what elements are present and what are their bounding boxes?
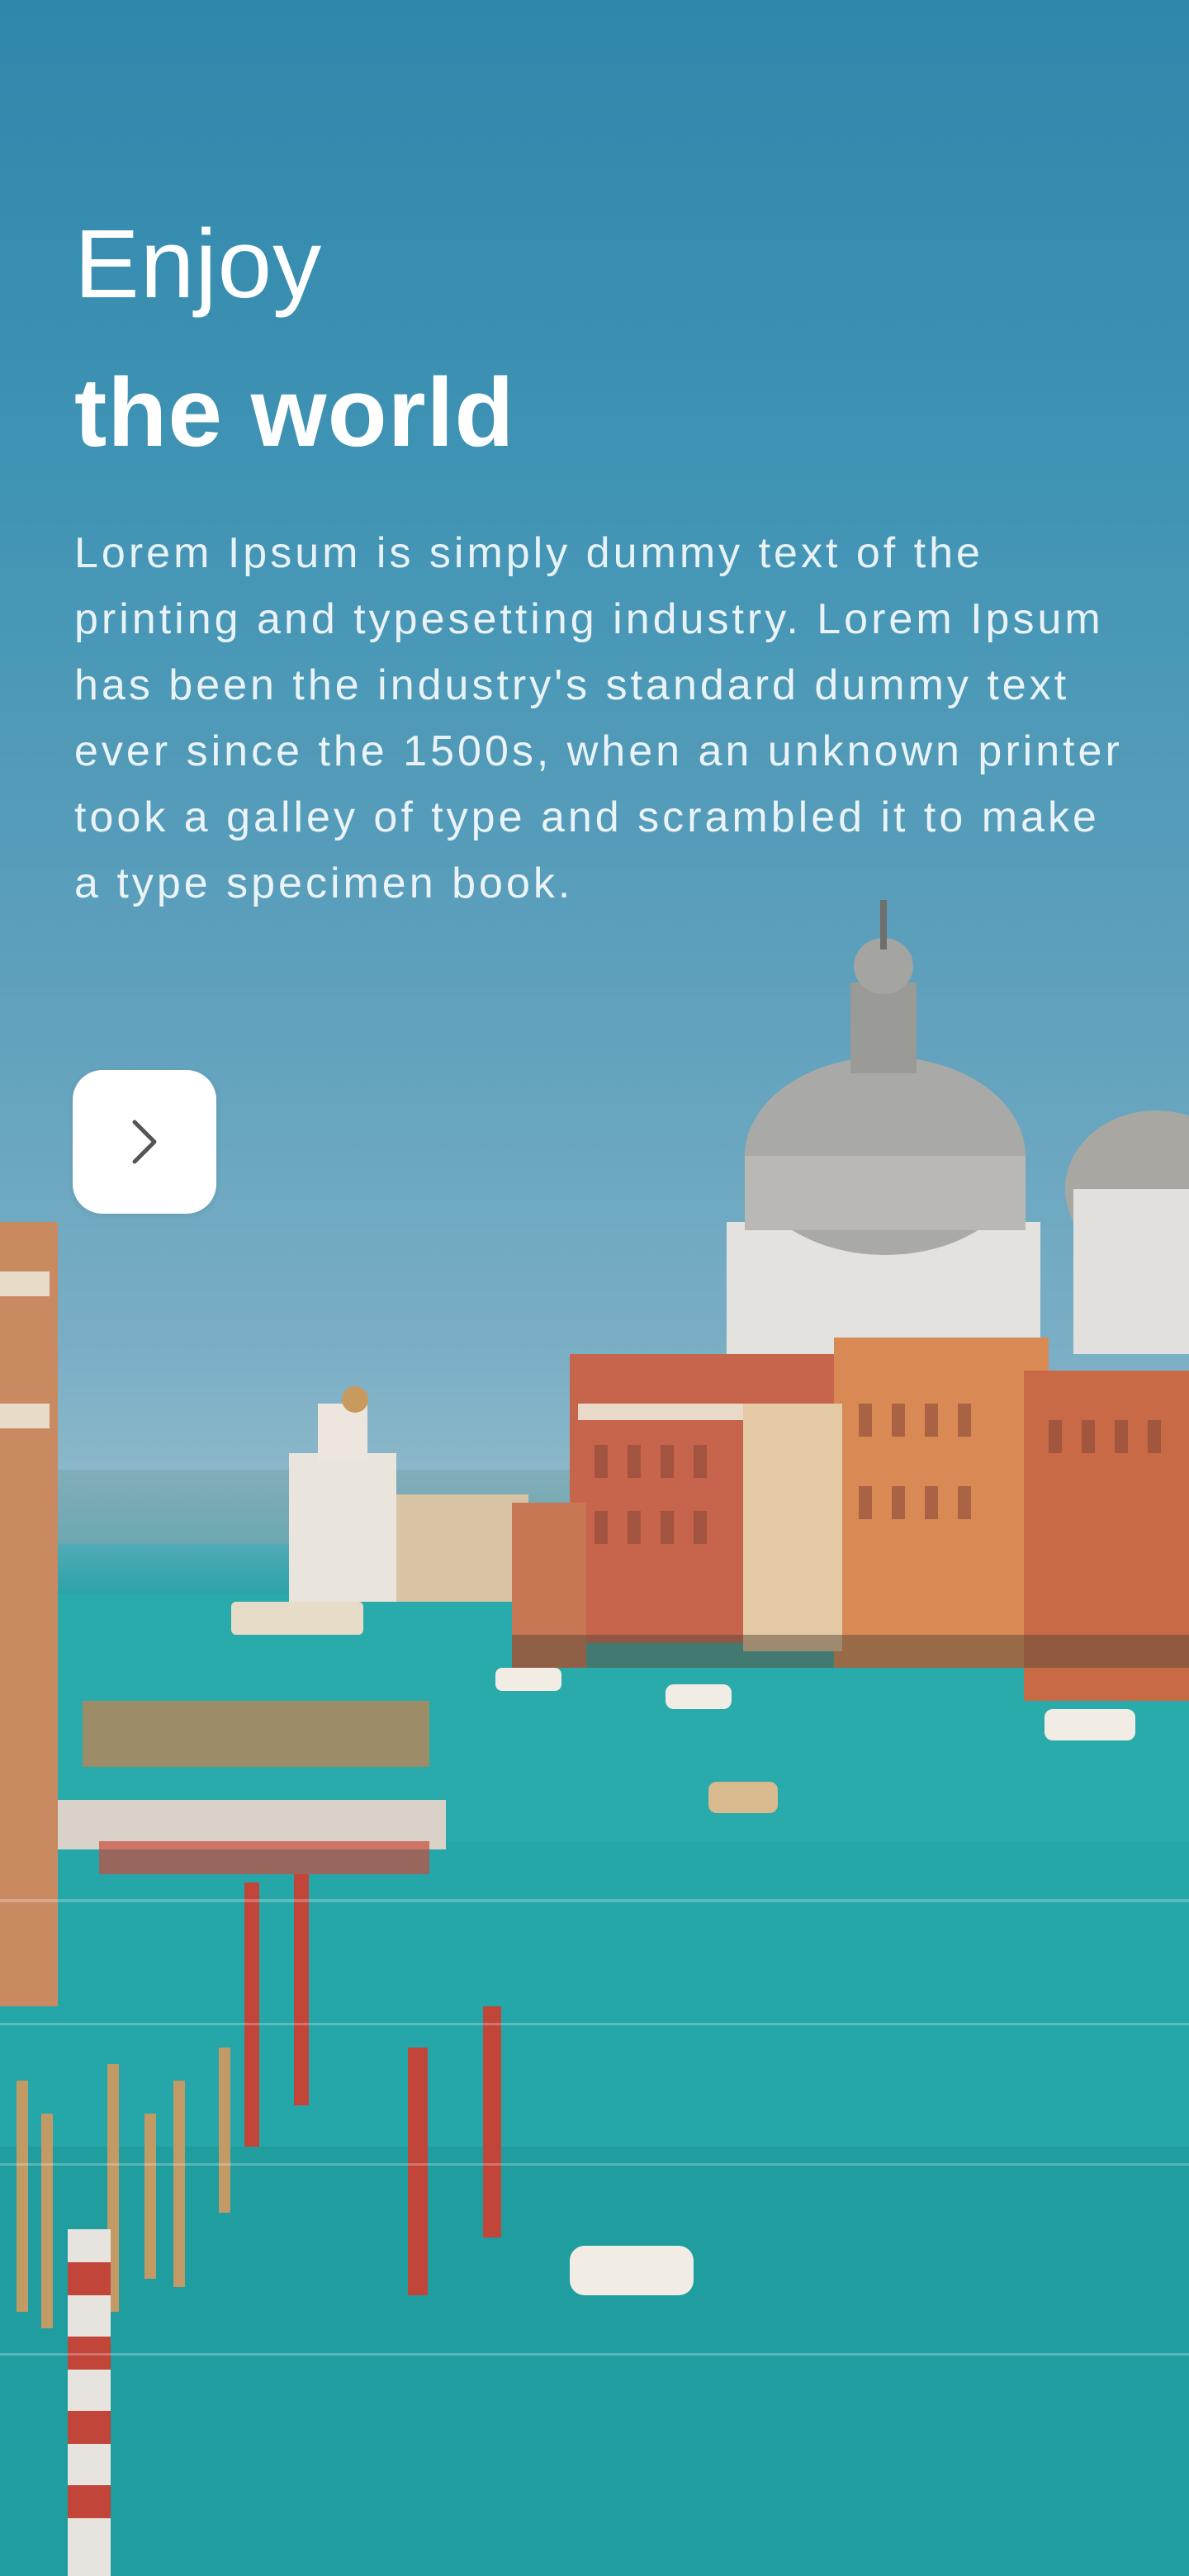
hero-description: Lorem Ipsum is simply dummy text of the … xyxy=(74,529,1123,907)
hero-headline: Enjoy the world xyxy=(74,206,514,471)
chevron-right-icon xyxy=(132,1120,157,1164)
next-button[interactable] xyxy=(73,1070,216,1214)
hero-title-line1: Enjoy xyxy=(74,210,323,319)
hero-title-line2: the world xyxy=(74,358,515,467)
